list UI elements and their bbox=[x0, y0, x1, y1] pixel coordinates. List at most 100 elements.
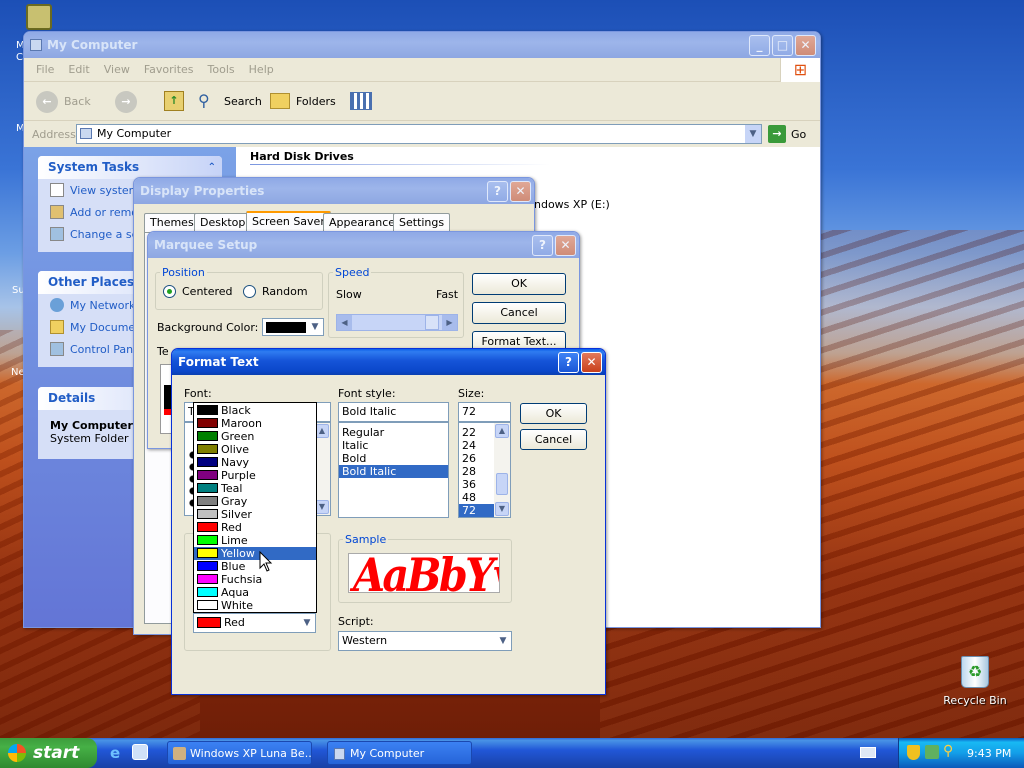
color-option-gray[interactable]: Gray bbox=[194, 495, 316, 508]
folders-icon[interactable] bbox=[270, 93, 290, 109]
chevron-down-icon[interactable]: ▼ bbox=[496, 633, 510, 649]
forward-arrow-icon[interactable]: → bbox=[115, 91, 137, 113]
size-list[interactable]: 22 24 26 28 36 48 72 ▲ ▼ bbox=[458, 422, 511, 518]
font-style-input[interactable]: Bold Italic bbox=[338, 402, 449, 422]
centered-label[interactable]: Centered bbox=[182, 285, 233, 298]
size-input[interactable]: 72 bbox=[458, 402, 511, 422]
color-select[interactable]: Red ▼ bbox=[193, 613, 316, 633]
chevron-down-icon[interactable]: ▼ bbox=[300, 615, 314, 631]
help-button[interactable]: ? bbox=[532, 235, 553, 256]
color-option-white[interactable]: White bbox=[194, 599, 316, 612]
security-shield-icon[interactable] bbox=[907, 745, 920, 760]
tab-themes[interactable]: Themes bbox=[144, 213, 200, 232]
speed-slider[interactable]: ◀ ▶ bbox=[336, 314, 458, 331]
color-option-blue[interactable]: Blue bbox=[194, 560, 316, 573]
slider-thumb[interactable] bbox=[425, 315, 439, 330]
maximize-button[interactable]: □ bbox=[772, 35, 793, 56]
size-option[interactable]: 26 bbox=[459, 452, 494, 465]
task-luna[interactable]: Windows XP Luna Be... bbox=[167, 741, 312, 765]
color-option-olive[interactable]: Olive bbox=[194, 443, 316, 456]
display-properties-titlebar[interactable]: Display Properties ? ✕ bbox=[134, 178, 534, 204]
menu-tools[interactable]: Tools bbox=[208, 63, 235, 76]
show-desktop-icon[interactable] bbox=[132, 744, 148, 760]
color-option-green[interactable]: Green bbox=[194, 430, 316, 443]
search-tray-icon[interactable]: ⚲ bbox=[943, 743, 953, 759]
color-option-silver[interactable]: Silver bbox=[194, 508, 316, 521]
start-button[interactable]: start bbox=[0, 738, 97, 768]
folders-button[interactable]: Folders bbox=[296, 95, 336, 108]
size-option[interactable]: 28 bbox=[459, 465, 494, 478]
search-icon[interactable]: ⚲ bbox=[198, 91, 218, 111]
network-tray-icon[interactable] bbox=[925, 745, 939, 759]
my-computer-titlebar[interactable]: My Computer _ □ ✕ bbox=[24, 32, 820, 58]
close-button[interactable]: ✕ bbox=[581, 352, 602, 373]
color-dropdown-list[interactable]: Black Maroon Green Olive Navy Purple Teal Gray S… bbox=[193, 402, 317, 613]
menu-edit[interactable]: Edit bbox=[68, 63, 89, 76]
search-button[interactable]: Search bbox=[224, 95, 262, 108]
size-option[interactable]: 36 bbox=[459, 478, 494, 491]
color-option-red[interactable]: Red bbox=[194, 521, 316, 534]
menu-favorites[interactable]: Favorites bbox=[144, 63, 194, 76]
format-text-titlebar[interactable]: Format Text ? ✕ bbox=[172, 349, 605, 375]
collapse-icon[interactable]: ⌃ bbox=[208, 156, 216, 179]
recycle-bin[interactable]: ♻ Recycle Bin bbox=[940, 656, 1010, 712]
ie-icon[interactable]: e bbox=[110, 744, 126, 762]
font-style-option-selected[interactable]: Bold Italic bbox=[339, 465, 448, 478]
help-button[interactable]: ? bbox=[487, 181, 508, 202]
background-color-select[interactable]: ▼ bbox=[262, 318, 324, 336]
address-input[interactable]: My Computer ▼ bbox=[76, 124, 762, 144]
close-button[interactable]: ✕ bbox=[555, 235, 576, 256]
color-option-navy[interactable]: Navy bbox=[194, 456, 316, 469]
tab-settings[interactable]: Settings bbox=[393, 213, 451, 232]
size-option-selected[interactable]: 72 bbox=[459, 504, 494, 517]
size-option[interactable]: 22 bbox=[459, 426, 494, 439]
font-style-option[interactable]: Regular bbox=[339, 426, 448, 439]
cancel-button[interactable]: Cancel bbox=[472, 302, 566, 324]
help-button[interactable]: ? bbox=[558, 352, 579, 373]
script-select[interactable]: Western ▼ bbox=[338, 631, 512, 651]
centered-radio[interactable] bbox=[163, 285, 176, 298]
system-tasks-header[interactable]: System Tasks ⌃ bbox=[38, 156, 222, 179]
color-option-purple[interactable]: Purple bbox=[194, 469, 316, 482]
close-button[interactable]: ✕ bbox=[510, 181, 531, 202]
font-style-option[interactable]: Italic bbox=[339, 439, 448, 452]
font-style-list[interactable]: Regular Italic Bold Bold Italic bbox=[338, 422, 449, 518]
menu-help[interactable]: Help bbox=[249, 63, 274, 76]
random-radio[interactable] bbox=[243, 285, 256, 298]
chevron-down-icon[interactable]: ▼ bbox=[308, 320, 322, 334]
menu-view[interactable]: View bbox=[104, 63, 130, 76]
random-label[interactable]: Random bbox=[262, 285, 308, 298]
go-arrow-icon[interactable]: → bbox=[768, 125, 786, 143]
minimize-button[interactable]: _ bbox=[749, 35, 770, 56]
keyboard-icon[interactable] bbox=[860, 747, 876, 758]
back-button[interactable]: Back bbox=[64, 95, 91, 108]
color-option-maroon[interactable]: Maroon bbox=[194, 417, 316, 430]
size-option[interactable]: 48 bbox=[459, 491, 494, 504]
tab-desktop[interactable]: Desktop bbox=[194, 213, 252, 232]
up-folder-icon[interactable]: ↑ bbox=[164, 91, 184, 111]
menu-file[interactable]: File bbox=[36, 63, 54, 76]
views-icon[interactable] bbox=[350, 92, 372, 110]
color-option-yellow[interactable]: Yellow bbox=[194, 547, 316, 560]
font-style-option[interactable]: Bold bbox=[339, 452, 448, 465]
color-option-teal[interactable]: Teal bbox=[194, 482, 316, 495]
marquee-setup-titlebar[interactable]: Marquee Setup ? ✕ bbox=[148, 232, 579, 258]
color-option-black[interactable]: Black bbox=[194, 404, 316, 417]
task-my-computer[interactable]: My Computer bbox=[327, 741, 472, 765]
color-option-aqua[interactable]: Aqua bbox=[194, 586, 316, 599]
desktop-icon-my-computer[interactable] bbox=[26, 4, 52, 30]
back-arrow-icon[interactable]: ← bbox=[36, 91, 58, 113]
ok-button[interactable]: OK bbox=[520, 403, 587, 424]
tab-appearance[interactable]: Appearance bbox=[323, 213, 402, 232]
chevron-down-icon[interactable]: ▼ bbox=[745, 125, 761, 143]
size-option[interactable]: 24 bbox=[459, 439, 494, 452]
chevron-right-icon[interactable]: ▶ bbox=[442, 315, 457, 330]
cancel-button[interactable]: Cancel bbox=[520, 429, 587, 450]
size-list-scrollbar[interactable]: ▲ ▼ bbox=[494, 423, 510, 517]
close-button[interactable]: ✕ bbox=[795, 35, 816, 56]
chevron-left-icon[interactable]: ◀ bbox=[337, 315, 352, 330]
color-option-lime[interactable]: Lime bbox=[194, 534, 316, 547]
tab-screen-saver[interactable]: Screen Saver bbox=[246, 211, 331, 233]
ok-button[interactable]: OK bbox=[472, 273, 566, 295]
go-button[interactable]: Go bbox=[791, 128, 806, 141]
